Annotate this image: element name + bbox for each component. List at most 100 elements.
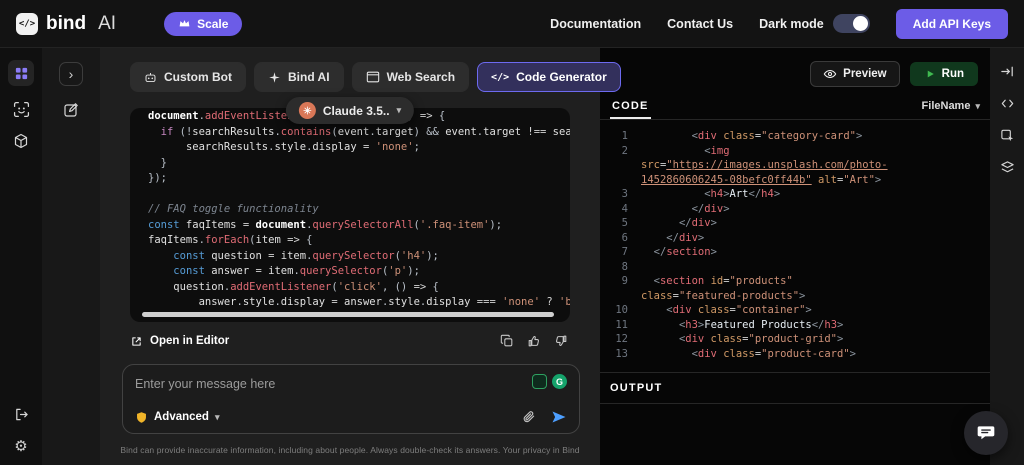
left-icon-rail: ⚙ bbox=[0, 48, 42, 465]
inspect-icon[interactable] bbox=[1000, 128, 1015, 143]
code-panel-icon[interactable] bbox=[1000, 96, 1015, 111]
message-composer: G Advanced ▾ bbox=[122, 364, 580, 434]
code-line: 13 <div class="product-card"> bbox=[608, 347, 984, 362]
run-label: Run bbox=[942, 68, 964, 80]
code-line: 3 <h4>Art</h4> bbox=[608, 187, 984, 202]
line-number: 8 bbox=[608, 260, 628, 275]
code-icon: </> bbox=[491, 72, 509, 83]
paperclip-icon[interactable] bbox=[521, 410, 536, 425]
message-input[interactable] bbox=[135, 377, 416, 391]
code-tab[interactable]: CODE bbox=[610, 96, 651, 119]
code-line: 10 <div class="container"> bbox=[608, 303, 984, 318]
editor-code-line: const faqItems = document.querySelectorA… bbox=[148, 218, 556, 234]
tab-code-generator[interactable]: </> Code Generator bbox=[477, 62, 621, 92]
code-line: 11 <h3>Featured Products</h3> bbox=[608, 318, 984, 333]
tab-label: Web Search bbox=[387, 70, 455, 84]
line-number: 13 bbox=[608, 347, 628, 362]
tab-label: Code Generator bbox=[516, 70, 607, 84]
logo-code-icon: </> bbox=[16, 13, 38, 35]
advanced-mode-dropdown[interactable]: Advanced ▾ bbox=[135, 411, 220, 424]
tab-label: Custom Bot bbox=[164, 70, 232, 84]
code-line: 7 </section> bbox=[608, 245, 984, 260]
layers-icon[interactable] bbox=[1000, 160, 1015, 175]
code-line: 6 </div> bbox=[608, 231, 984, 246]
run-button[interactable]: Run bbox=[910, 62, 978, 86]
thumbs-down-icon[interactable] bbox=[554, 334, 568, 348]
green-circle-badge-icon[interactable]: G bbox=[552, 374, 567, 389]
model-selector-label: Claude 3.5.. bbox=[323, 104, 390, 118]
chevron-right-icon: › bbox=[69, 67, 74, 81]
code-line: 5 </div> bbox=[608, 216, 984, 231]
toggle-knob bbox=[853, 16, 868, 31]
scale-button-label: Scale bbox=[197, 17, 228, 31]
preview-button[interactable]: Preview bbox=[810, 61, 899, 87]
horizontal-scrollbar[interactable] bbox=[142, 312, 554, 317]
thumbs-up-icon[interactable] bbox=[527, 334, 541, 348]
settings-gear-icon[interactable]: ⚙ bbox=[14, 437, 27, 455]
face-scan-icon[interactable] bbox=[13, 101, 30, 118]
shield-icon bbox=[135, 411, 148, 424]
model-selector[interactable]: Claude 3.5.. ▾ bbox=[286, 97, 414, 124]
eye-icon bbox=[823, 67, 837, 81]
line-number: 11 bbox=[608, 318, 628, 333]
scale-button[interactable]: Scale bbox=[164, 12, 242, 36]
editor-code-line: const question = item.querySelector('h4'… bbox=[148, 249, 556, 265]
line-number: 9 bbox=[608, 274, 628, 303]
editor-code-line bbox=[148, 187, 556, 203]
line-number: 12 bbox=[608, 332, 628, 347]
send-icon[interactable] bbox=[551, 409, 567, 425]
code-line: 12 <div class="product-grid"> bbox=[608, 332, 984, 347]
chat-bubble-icon bbox=[976, 423, 996, 443]
apps-grid-button[interactable] bbox=[8, 60, 34, 86]
sandbox-cube-icon[interactable] bbox=[13, 133, 29, 149]
open-in-editor-button[interactable]: Open in Editor bbox=[130, 335, 229, 348]
line-number: 5 bbox=[608, 216, 628, 231]
expand-sidebar-button[interactable]: › bbox=[59, 62, 83, 86]
copy-icon[interactable] bbox=[500, 334, 514, 348]
code-line: 4 </div> bbox=[608, 202, 984, 217]
new-chat-compose-icon[interactable] bbox=[63, 102, 79, 118]
nav-documentation[interactable]: Documentation bbox=[550, 17, 641, 31]
logo-brand-text: bind bbox=[46, 13, 86, 35]
secondary-rail: › bbox=[42, 48, 100, 465]
dark-mode-label: Dark mode bbox=[759, 17, 824, 31]
collapse-panel-icon[interactable] bbox=[1000, 64, 1015, 79]
line-number: 6 bbox=[608, 231, 628, 246]
tab-custom-bot[interactable]: Custom Bot bbox=[130, 62, 246, 92]
mode-tabbar: Custom Bot Bind AI Web Search </> Code G… bbox=[130, 62, 600, 92]
code-line: 2 <img src="https://images.unsplash.com/… bbox=[608, 144, 984, 188]
chat-panel: Custom Bot Bind AI Web Search </> Code G… bbox=[100, 48, 600, 465]
chevron-down-icon: ▾ bbox=[975, 102, 980, 111]
green-square-badge-icon[interactable] bbox=[532, 374, 547, 389]
tab-bind-ai[interactable]: Bind AI bbox=[254, 62, 344, 92]
add-api-keys-button[interactable]: Add API Keys bbox=[896, 9, 1008, 39]
app-body: ⚙ › Custom Bot Bind AI bbox=[0, 48, 1024, 465]
claude-icon bbox=[299, 102, 316, 119]
chat-fab[interactable] bbox=[964, 411, 1008, 455]
line-number: 2 bbox=[608, 144, 628, 188]
bind-ai-logo[interactable]: </> bind AI bbox=[16, 13, 116, 35]
preview-label: Preview bbox=[843, 68, 886, 80]
output-toolbar: Preview Run bbox=[600, 48, 990, 96]
editor-code-line: faqItems.forEach(item => { bbox=[148, 233, 556, 249]
filename-dropdown[interactable]: FileName ▾ bbox=[922, 100, 980, 119]
editor-code-line: if (!searchResults.contains(event.target… bbox=[148, 125, 556, 141]
editor-code-line: answer.style.display = answer.style.disp… bbox=[148, 295, 556, 311]
tab-web-search[interactable]: Web Search bbox=[352, 62, 469, 92]
code-editor[interactable]: document.addEventListener('click', (even… bbox=[130, 108, 570, 322]
editor-code-line: // FAQ toggle functionality bbox=[148, 202, 556, 218]
editor-code-line: const answer = item.querySelector('p'); bbox=[148, 264, 556, 280]
dark-mode-toggle[interactable] bbox=[833, 14, 870, 33]
nav-contact-us[interactable]: Contact Us bbox=[667, 17, 733, 31]
line-number: 7 bbox=[608, 245, 628, 260]
open-in-editor-label: Open in Editor bbox=[150, 335, 229, 347]
editor-code-line: question.addEventListener('click', () =>… bbox=[148, 280, 556, 296]
chevron-down-icon: ▾ bbox=[397, 106, 402, 115]
logout-icon[interactable] bbox=[14, 407, 29, 422]
composer-badges: G bbox=[532, 374, 567, 389]
dark-mode-control: Dark mode bbox=[759, 14, 870, 33]
line-number: 10 bbox=[608, 303, 628, 318]
line-number: 1 bbox=[608, 129, 628, 144]
code-output-panel: Preview Run CODE FileName ▾ 1 <div class… bbox=[600, 48, 990, 465]
editor-code-line: } bbox=[148, 156, 556, 172]
